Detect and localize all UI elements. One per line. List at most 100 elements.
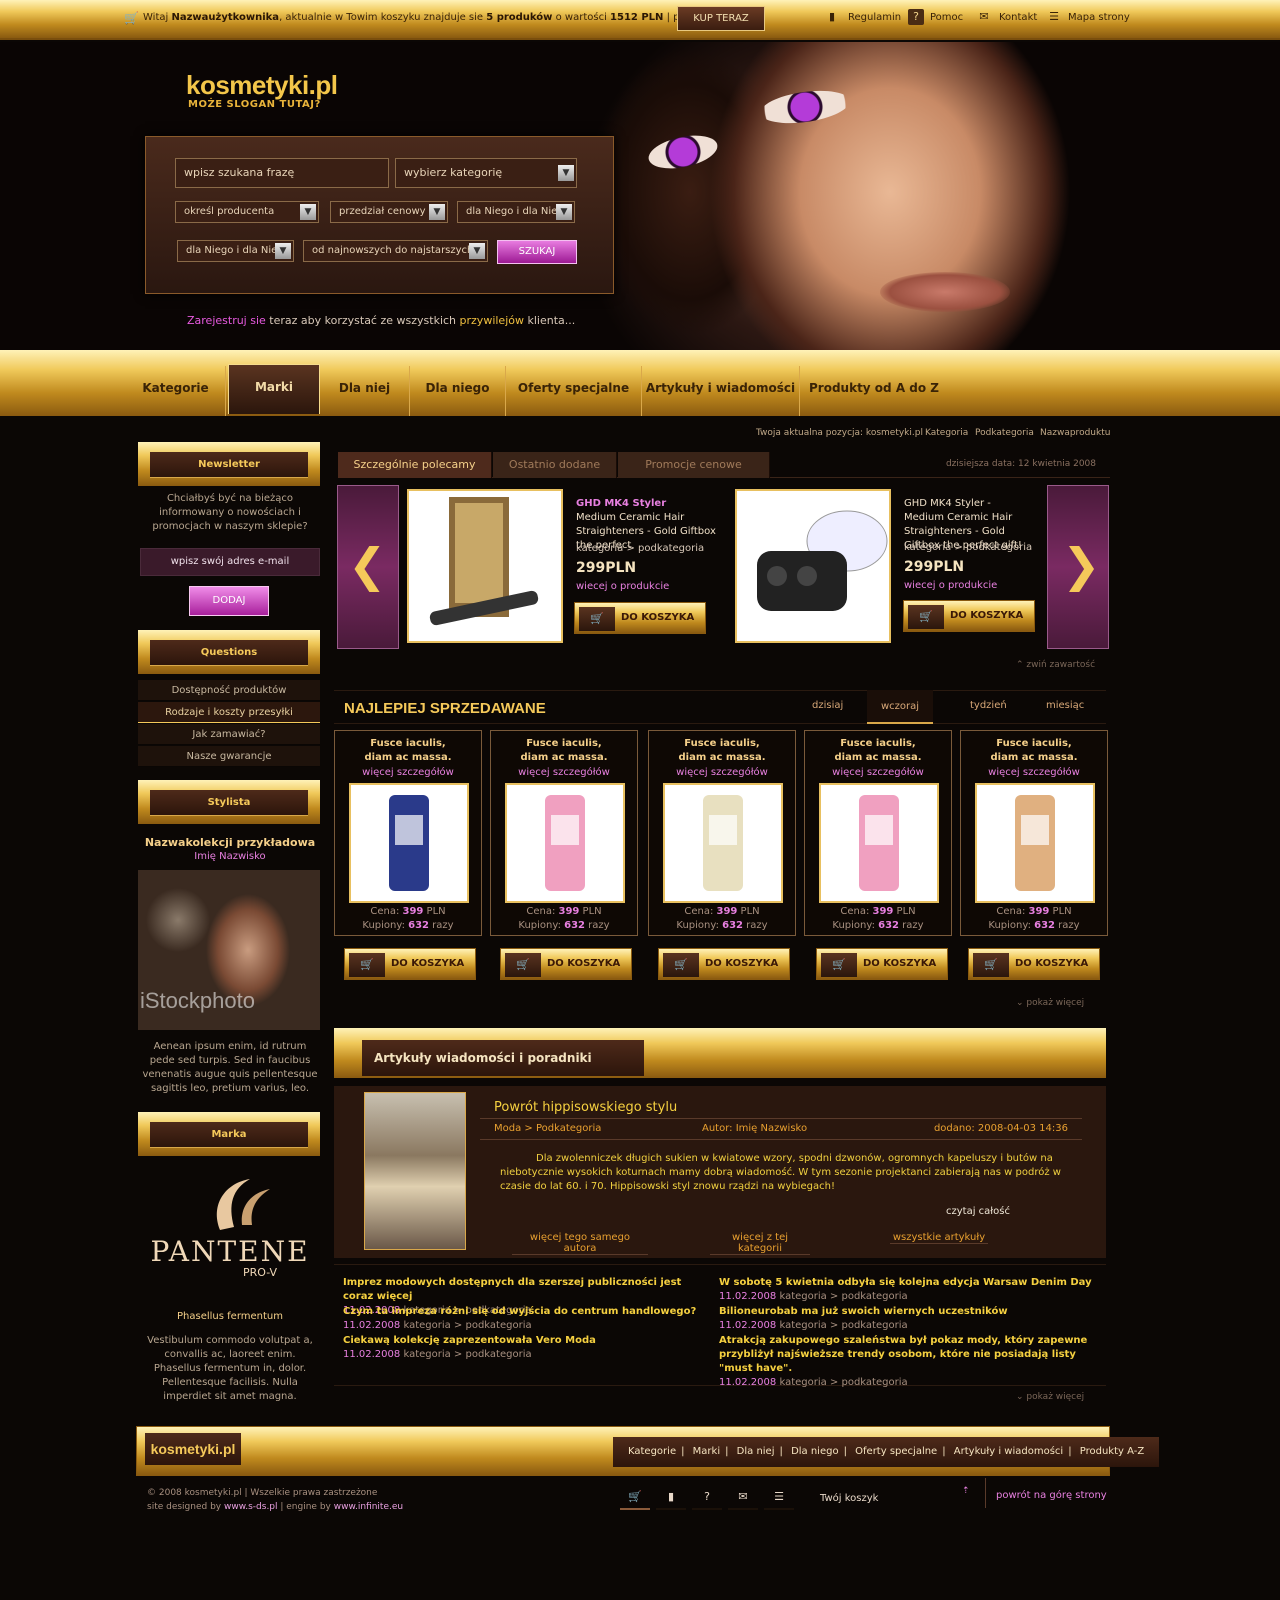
product-title[interactable]: Fusce iaculis, diam ac massa. <box>649 737 795 765</box>
product-title[interactable]: Fusce iaculis, diam ac massa. <box>961 737 1107 765</box>
details-link[interactable]: więcej szczegółów <box>491 767 637 778</box>
news-item[interactable]: Ciekawą kolekcję zaprezentowała Vero Mod… <box>343 1334 713 1362</box>
bestseller-card[interactable]: Fusce iaculis, diam ac massa. więcej szcze… <box>960 730 1108 936</box>
tab-wczoraj[interactable]: wczoraj <box>867 690 933 724</box>
site-logo[interactable]: kosmetyki.pl <box>186 70 338 101</box>
add-to-cart-button[interactable]: 🛒 DO KOSZYKA <box>816 948 948 980</box>
nav-oferty[interactable]: Oferty specjalne <box>506 366 642 416</box>
collapse-link[interactable]: ⌃ zwiń zawartość <box>1016 660 1095 670</box>
footer-link[interactable]: Dla niej <box>737 1446 775 1457</box>
footer-link[interactable]: Oferty specjalne <box>855 1446 937 1457</box>
news-item[interactable]: Bilioneurobab ma już swoich wiernych ucz… <box>719 1305 1099 1333</box>
article-title[interactable]: Powrót hippisowskiego stylu <box>494 1100 677 1115</box>
tab-tydzien[interactable]: tydzień <box>970 700 1007 711</box>
news-more-link[interactable]: ⌄ pokaż więcej <box>1016 1392 1084 1402</box>
product-image[interactable] <box>819 783 939 903</box>
tab-dzisiaj[interactable]: dzisiaj <box>812 700 843 711</box>
footer-link[interactable]: Kategorie <box>628 1446 676 1457</box>
news-item[interactable]: Atrakcją zakupowego szaleństwa był pokaz… <box>719 1334 1105 1390</box>
footer-link[interactable]: Produkty A-Z <box>1080 1446 1144 1457</box>
product-image[interactable] <box>407 489 563 643</box>
question-link[interactable]: Rodzaje i koszty przesyłki <box>138 702 320 723</box>
gender-select-2[interactable]: dla Niego i dla Niej ▼ <box>177 240 294 262</box>
question-link[interactable]: Dostępność produktów <box>138 680 320 701</box>
product-title[interactable]: Fusce iaculis, diam ac massa. <box>491 737 637 765</box>
product-image[interactable] <box>505 783 625 903</box>
details-link[interactable]: więcej szczegółów <box>335 767 481 778</box>
add-to-cart-button[interactable]: 🛒 DO KOSZYKA <box>658 948 790 980</box>
mail-icon[interactable]: ✉ <box>728 1490 758 1510</box>
product-image[interactable] <box>975 783 1095 903</box>
all-articles-link[interactable]: wszystkie artykuły <box>890 1232 988 1244</box>
product-name[interactable]: GHD MK4 Styler <box>576 497 666 511</box>
regulamin-link[interactable]: Regulamin <box>848 12 901 23</box>
article-category[interactable]: Moda > Podkategoria <box>494 1123 601 1134</box>
details-link[interactable]: więcej szczegółów <box>805 767 951 778</box>
back-to-top-link[interactable]: powrót na górę strony <box>996 1490 1107 1501</box>
product-image[interactable] <box>349 783 469 903</box>
producer-select[interactable]: określ producenta ▼ <box>175 201 319 223</box>
details-link[interactable]: więcej szczegółów <box>961 767 1107 778</box>
nav-dla-niego[interactable]: Dla niego <box>410 366 506 416</box>
sort-select[interactable]: od najnowszych do najstarszych ▼ <box>303 240 488 262</box>
read-more-link[interactable]: czytaj całość <box>946 1206 1010 1217</box>
add-to-cart-button[interactable]: 🛒 DO KOSZYKA <box>903 600 1035 632</box>
author-articles-link[interactable]: więcej tego samego autora <box>512 1232 648 1255</box>
tab-promocje[interactable]: Promocje cenowe <box>618 452 770 478</box>
add-to-cart-button[interactable]: 🛒 DO KOSZYKA <box>968 948 1100 980</box>
product-title[interactable]: Fusce iaculis, diam ac massa. <box>335 737 481 765</box>
bestseller-card[interactable]: Fusce iaculis, diam ac massa. więcej szcze… <box>648 730 796 936</box>
nav-produkty[interactable]: Produkty od A do Z <box>800 366 948 416</box>
nav-dla-niej[interactable]: Dla niej <box>320 366 410 416</box>
add-email-button[interactable]: DODAJ <box>189 586 269 616</box>
sitemap-icon[interactable]: ☰ <box>764 1490 794 1510</box>
show-more-link[interactable]: ⌄ pokaż więcej <box>1016 998 1084 1008</box>
footer-logo[interactable]: kosmetyki.pl <box>145 1433 241 1465</box>
nav-marki[interactable]: Marki <box>228 364 320 414</box>
register-link[interactable]: Zarejestruj sie <box>187 314 266 327</box>
bestseller-card[interactable]: Fusce iaculis, diam ac massa. więcej szcze… <box>334 730 482 936</box>
sitemap-link[interactable]: Mapa strony <box>1068 12 1130 23</box>
search-button[interactable]: SZUKAJ <box>497 240 577 264</box>
add-to-cart-button[interactable]: 🛒 DO KOSZYKA <box>344 948 476 980</box>
gender-select[interactable]: dla Niego i dla Niej ▼ <box>457 201 575 223</box>
question-link[interactable]: Nasze gwarancje <box>138 746 320 767</box>
privileges-link[interactable]: przywilejów <box>460 314 524 327</box>
buy-now-button[interactable]: KUP TERAZ <box>677 6 765 31</box>
product-image[interactable] <box>663 783 783 903</box>
footer-link[interactable]: Artykuły i wiadomości <box>954 1446 1063 1457</box>
cart-icon[interactable]: 🛒 <box>620 1490 650 1510</box>
price-select[interactable]: przedział cenowy ▼ <box>330 201 448 223</box>
article-photo[interactable] <box>364 1092 466 1250</box>
article-author[interactable]: Autor: Imię Nazwisko <box>702 1123 807 1134</box>
add-to-cart-button[interactable]: 🛒 DO KOSZYKA <box>574 602 706 634</box>
stylist-collection[interactable]: Nazwakolekcji przykładowa <box>140 836 320 850</box>
contact-link[interactable]: Kontakt <box>999 12 1037 23</box>
your-cart-link[interactable]: Twój koszyk <box>820 1493 878 1504</box>
product-title[interactable]: Fusce iaculis, diam ac massa. <box>805 737 951 765</box>
news-item[interactable]: Czym ta impreza różni się od wyjścia do … <box>343 1305 713 1333</box>
category-select[interactable]: wybierz kategorię ▼ <box>395 158 577 188</box>
footer-link[interactable]: Marki <box>693 1446 720 1457</box>
nav-artykuly[interactable]: Artykuły i wiadomości <box>642 366 800 416</box>
tab-szczegolnie[interactable]: Szczególnie polecamy <box>338 452 492 478</box>
details-link[interactable]: więcej szczegółów <box>649 767 795 778</box>
news-item[interactable]: W sobotę 5 kwietnia odbyła się kolejna e… <box>719 1276 1099 1304</box>
product-more-link[interactable]: wiecej o produkcie <box>576 581 669 592</box>
product-image[interactable] <box>735 489 891 643</box>
pantene-logo[interactable]: PANTENE PRO-V <box>150 1175 310 1295</box>
nav-kategorie[interactable]: Kategorie <box>126 366 226 416</box>
product-category[interactable]: kategoria > podkategoria <box>904 541 1032 555</box>
product-more-link[interactable]: wiecej o produkcie <box>904 580 997 591</box>
brand-name[interactable]: Phasellus fermentum <box>140 1310 320 1324</box>
breadcrumb-item[interactable]: Kategoria <box>925 428 968 438</box>
product-category[interactable]: kategoria > podkategoria <box>576 542 704 556</box>
clipboard-icon[interactable]: ▮ <box>656 1490 686 1510</box>
prev-button[interactable]: ❮ <box>337 485 399 649</box>
bestseller-card[interactable]: Fusce iaculis, diam ac massa. więcej szcze… <box>490 730 638 936</box>
question-link[interactable]: Jak zamawiać? <box>138 724 320 745</box>
footer-link[interactable]: Dla niego <box>791 1446 839 1457</box>
bestseller-card[interactable]: Fusce iaculis, diam ac massa. więcej szcze… <box>804 730 952 936</box>
stylist-name[interactable]: Imię Nazwisko <box>140 850 320 864</box>
search-input[interactable]: wpisz szukana frazę <box>175 158 389 188</box>
